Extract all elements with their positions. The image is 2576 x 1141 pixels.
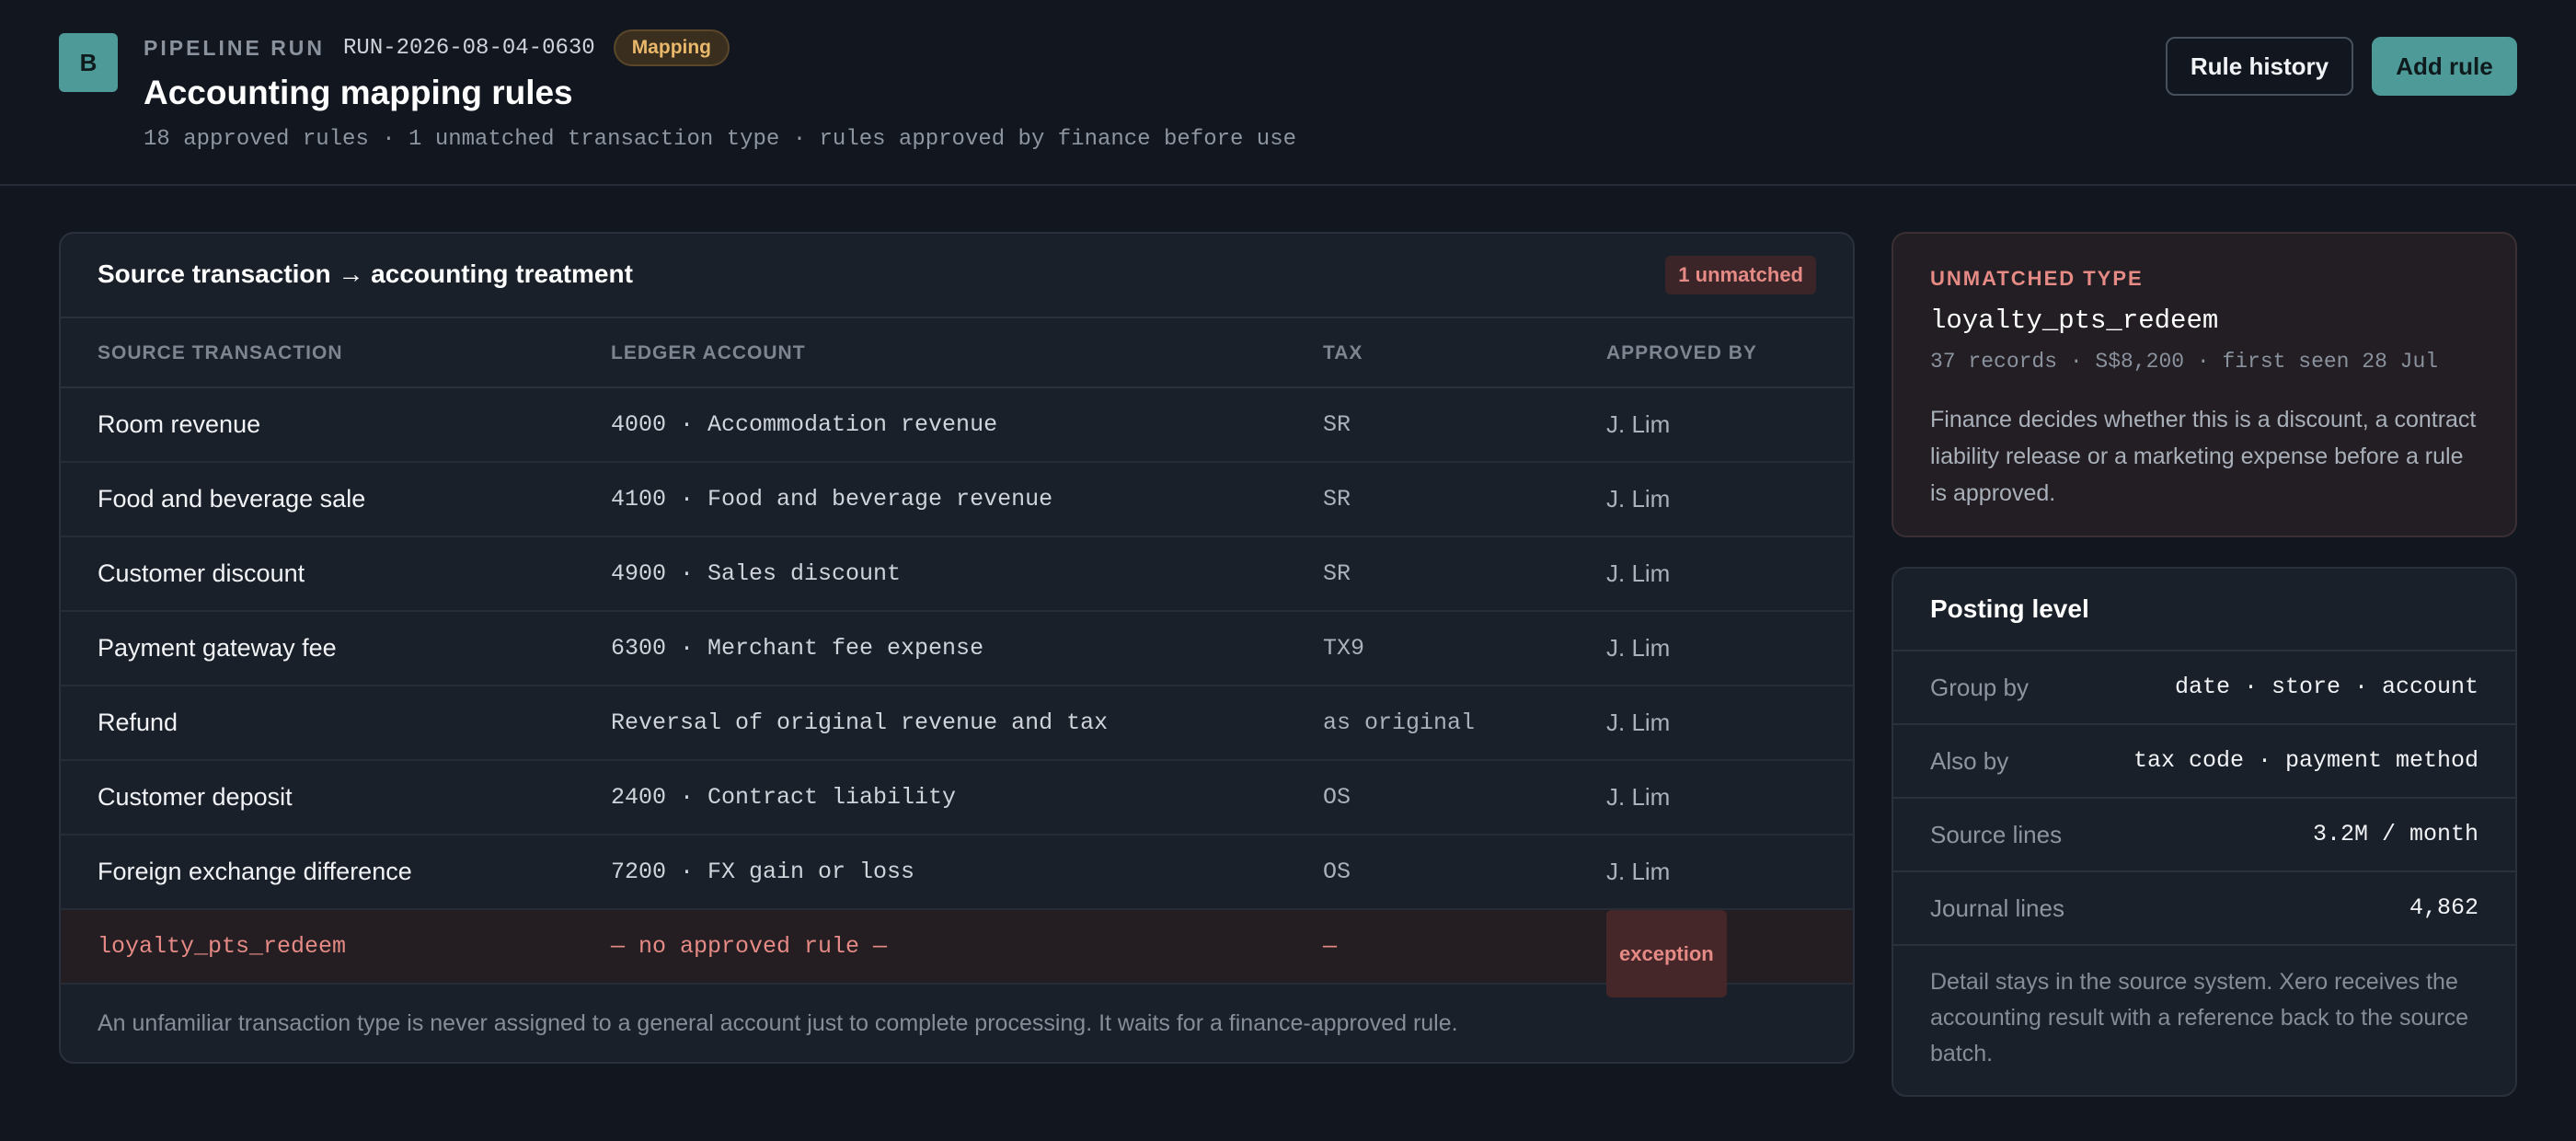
- source-cell: Customer deposit: [98, 783, 293, 811]
- tax-cell: TX9: [1323, 635, 1365, 662]
- table-footnote: An unfamiliar transaction type is never …: [98, 1010, 1458, 1036]
- posting-level-row: Group by date · store · account: [1893, 651, 2515, 725]
- app-logo: B: [59, 33, 118, 92]
- approved-by-cell: J. Lim: [1606, 485, 1671, 513]
- posting-level-value: 4,862: [2409, 894, 2478, 921]
- tax-cell: SR: [1323, 411, 1351, 438]
- page-title: Accounting mapping rules: [144, 74, 573, 111]
- account-cell: 4900 · Sales discount: [611, 560, 902, 587]
- approved-by-cell: J. Lim: [1606, 783, 1671, 811]
- page-subtitle: 18 approved rules · 1 unmatched transact…: [144, 127, 1297, 152]
- tax-cell: OS: [1323, 784, 1351, 811]
- unmatched-type-name: loyalty_pts_redeem: [1930, 305, 2219, 336]
- table-row[interactable]: Payment gateway fee 6300 · Merchant fee …: [61, 612, 1853, 686]
- approved-by-cell: J. Lim: [1606, 410, 1671, 438]
- table-row[interactable]: Customer deposit 2400 · Contract liabili…: [61, 761, 1853, 836]
- source-cell: Foreign exchange difference: [98, 858, 412, 885]
- tax-cell: SR: [1323, 560, 1351, 587]
- table-title: Source transaction → accounting treatmen…: [98, 259, 633, 288]
- run-meta: PIPELINE RUN RUN-2026-08-04-0630 Mapping: [144, 28, 730, 68]
- mapping-table-card: Source transaction → accounting treatmen…: [59, 232, 1855, 1064]
- tax-cell: SR: [1323, 486, 1351, 513]
- tax-cell: OS: [1323, 859, 1351, 885]
- table-row[interactable]: Refund Reversal of original revenue and …: [61, 686, 1853, 761]
- column-header-tax: TAX: [1323, 342, 1363, 363]
- posting-level-value: 3.2M / month: [2312, 821, 2478, 847]
- exception-badge: exception: [1606, 910, 1727, 997]
- account-cell: Reversal of original revenue and tax: [611, 709, 1109, 736]
- column-header-source: SOURCE TRANSACTION: [98, 342, 343, 363]
- posting-level-title: Posting level: [1930, 594, 2089, 623]
- account-cell: 7200 · FX gain or loss: [611, 859, 915, 885]
- table-row[interactable]: Food and beverage sale 4100 · Food and b…: [61, 463, 1853, 537]
- unmatched-type-stats: 37 records · S$8,200 · first seen 28 Jul: [1930, 350, 2439, 374]
- approved-by-cell: J. Lim: [1606, 709, 1671, 736]
- table-row[interactable]: Room revenue 4000 · Accommodation revenu…: [61, 388, 1853, 463]
- posting-level-key: Journal lines: [1930, 894, 2064, 922]
- unmatched-type-label: UNMATCHED TYPE: [1930, 267, 2144, 290]
- approved-by-cell: J. Lim: [1606, 634, 1671, 662]
- unmatched-type-card: UNMATCHED TYPE loyalty_pts_redeem 37 rec…: [1892, 232, 2517, 537]
- source-cell: Payment gateway fee: [98, 634, 337, 662]
- posting-level-row: Journal lines 4,862: [1893, 872, 2515, 946]
- account-cell: 6300 · Merchant fee expense: [611, 635, 984, 662]
- run-id: RUN-2026-08-04-0630: [343, 35, 595, 61]
- rule-history-button[interactable]: Rule history: [2166, 37, 2353, 96]
- exception-row[interactable]: loyalty_pts_redeem — no approved rule — …: [61, 910, 1853, 997]
- source-cell: loyalty_pts_redeem: [98, 933, 347, 960]
- account-cell: 4000 · Accommodation revenue: [611, 411, 998, 438]
- add-rule-button[interactable]: Add rule: [2372, 37, 2517, 96]
- unmatched-count-badge: 1 unmatched: [1665, 256, 1816, 294]
- approved-by-cell: J. Lim: [1606, 858, 1671, 885]
- posting-level-key: Group by: [1930, 674, 2029, 701]
- source-cell: Refund: [98, 709, 178, 736]
- posting-level-card: Posting level Group by date · store · ac…: [1892, 567, 2517, 1097]
- posting-level-key: Also by: [1930, 747, 2009, 775]
- posting-level-row: Also by tax code · payment method: [1893, 725, 2515, 799]
- posting-level-note: Detail stays in the source system. Xero …: [1930, 969, 2469, 1066]
- table-row[interactable]: Customer discount 4900 · Sales discount …: [61, 537, 1853, 612]
- tax-cell: —: [1323, 933, 1338, 960]
- source-cell: Food and beverage sale: [98, 485, 366, 513]
- posting-level-row: Source lines 3.2M / month: [1893, 799, 2515, 872]
- table-header-row: SOURCE TRANSACTION LEDGER ACCOUNT TAX AP…: [61, 318, 1853, 388]
- pipeline-run-label: PIPELINE RUN: [144, 35, 326, 60]
- source-cell: Customer discount: [98, 559, 305, 587]
- account-cell: 2400 · Contract liability: [611, 784, 957, 811]
- posting-level-value: date · store · account: [2174, 674, 2478, 700]
- table-row[interactable]: Foreign exchange difference 7200 · FX ga…: [61, 836, 1853, 910]
- posting-level-value: tax code · payment method: [2133, 747, 2478, 774]
- source-cell: Room revenue: [98, 410, 261, 438]
- column-header-approved-by: APPROVED BY: [1606, 342, 1757, 363]
- status-badge: Mapping: [613, 29, 730, 66]
- account-cell: — no approved rule —: [611, 933, 888, 960]
- column-header-ledger-account: LEDGER ACCOUNT: [611, 342, 806, 363]
- tax-cell: as original: [1323, 709, 1476, 736]
- table-card-header: Source transaction → accounting treatmen…: [61, 234, 1853, 318]
- unmatched-type-description: Finance decides whether this is a discou…: [1930, 407, 2477, 506]
- approved-by-cell: J. Lim: [1606, 559, 1671, 587]
- account-cell: 4100 · Food and beverage revenue: [611, 486, 1053, 513]
- posting-level-header: Posting level: [1893, 569, 2515, 651]
- posting-level-key: Source lines: [1930, 821, 2063, 848]
- page-header: B PIPELINE RUN RUN-2026-08-04-0630 Mappi…: [0, 0, 2576, 186]
